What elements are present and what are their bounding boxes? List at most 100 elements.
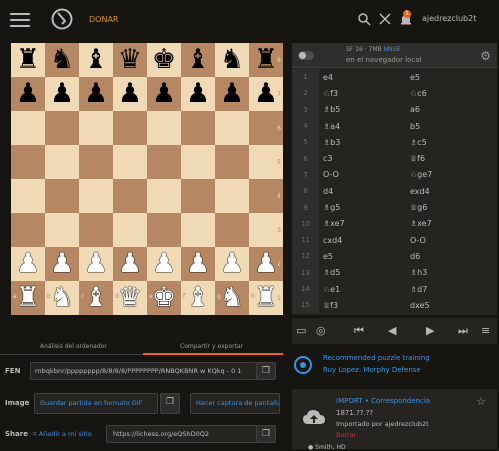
gear-icon[interactable]: ⚙ xyxy=(480,49,491,63)
white-move[interactable]: c3 xyxy=(319,154,410,163)
white-move[interactable]: ♘e1 xyxy=(319,285,410,294)
white-pawn[interactable]: ♟ xyxy=(220,247,244,281)
square-f8[interactable]: ♝ xyxy=(181,43,215,77)
square-b6[interactable] xyxy=(45,111,79,145)
square-g2[interactable]: ♟ xyxy=(215,247,249,281)
black-move[interactable]: ♗h3 xyxy=(410,268,497,277)
square-c3[interactable] xyxy=(79,213,113,247)
square-c1[interactable]: ♝ c xyxy=(79,281,113,315)
white-rook[interactable]: ♜ xyxy=(254,281,278,315)
square-g5[interactable] xyxy=(215,145,249,179)
black-move[interactable]: d6 xyxy=(410,252,497,261)
white-bishop[interactable]: ♝ xyxy=(186,281,210,315)
square-e8[interactable]: ♚ xyxy=(147,43,181,77)
gif-copy-icon[interactable]: ❐ xyxy=(160,393,180,414)
square-d2[interactable]: ♟ xyxy=(113,247,147,281)
black-bishop[interactable]: ♝ xyxy=(186,43,210,77)
black-pawn[interactable]: ♟ xyxy=(152,77,176,111)
menu-icon[interactable] xyxy=(10,13,30,27)
black-rook[interactable]: ♜ xyxy=(254,43,278,77)
black-move[interactable]: exd4 xyxy=(410,187,497,196)
black-knight[interactable]: ♞ xyxy=(50,43,74,77)
square-c7[interactable]: ♟ xyxy=(79,77,113,111)
white-pawn[interactable]: ♟ xyxy=(254,247,278,281)
white-move[interactable]: ♗d5 xyxy=(319,268,410,277)
square-b8[interactable]: ♞ xyxy=(45,43,79,77)
white-pawn[interactable]: ♟ xyxy=(118,247,142,281)
square-c8[interactable]: ♝ xyxy=(79,43,113,77)
white-move[interactable]: e5 xyxy=(319,252,410,261)
square-e6[interactable] xyxy=(147,111,181,145)
square-h1[interactable]: ♜ 1 h xyxy=(249,281,283,315)
white-pawn[interactable]: ♟ xyxy=(186,247,210,281)
white-move[interactable]: ♗b5 xyxy=(319,105,410,114)
square-a1[interactable]: ♜ a xyxy=(11,281,45,315)
puzzle-opening[interactable]: Ruy Lopez: Morphy Defense xyxy=(323,366,421,374)
black-bishop[interactable]: ♝ xyxy=(84,43,108,77)
next-move-button[interactable]: ▶ xyxy=(426,324,434,337)
black-move[interactable]: ♗xe7 xyxy=(410,219,497,228)
black-rook[interactable]: ♜ xyxy=(16,43,40,77)
black-move[interactable]: ♕f6 xyxy=(410,154,497,163)
square-f5[interactable] xyxy=(181,145,215,179)
white-move[interactable]: ♕f3 xyxy=(319,301,410,310)
puzzle-recommendation[interactable]: Recommended puzzle training Ruy Lopez: M… xyxy=(292,352,497,380)
white-move[interactable]: e4 xyxy=(319,73,410,82)
white-knight[interactable]: ♞ xyxy=(50,281,74,315)
square-f1[interactable]: ♝ f xyxy=(181,281,215,315)
square-f2[interactable]: ♟ xyxy=(181,247,215,281)
square-a6[interactable] xyxy=(11,111,45,145)
white-pawn[interactable]: ♟ xyxy=(16,247,40,281)
black-move[interactable]: O-O xyxy=(410,236,497,245)
white-move[interactable]: cxd4 xyxy=(319,236,410,245)
white-move[interactable]: ♗a4 xyxy=(319,122,410,131)
square-a3[interactable] xyxy=(11,213,45,247)
square-a2[interactable]: ♟ xyxy=(11,247,45,281)
prev-move-button[interactable]: ◀ xyxy=(388,324,396,337)
white-move[interactable]: ♗g5 xyxy=(319,203,410,212)
square-h4[interactable]: 4 xyxy=(249,179,283,213)
puzzle-title[interactable]: Recommended puzzle training xyxy=(323,354,430,362)
square-g8[interactable]: ♞ xyxy=(215,43,249,77)
white-pawn[interactable]: ♟ xyxy=(84,247,108,281)
square-d3[interactable] xyxy=(113,213,147,247)
black-queen[interactable]: ♛ xyxy=(118,43,142,77)
delete-link[interactable]: Borrar xyxy=(336,431,356,439)
square-c2[interactable]: ♟ xyxy=(79,247,113,281)
gif-button[interactable]: Guardar partida en formato GIF xyxy=(34,393,158,414)
black-pawn[interactable]: ♟ xyxy=(118,77,142,111)
square-a8[interactable]: ♜ xyxy=(11,43,45,77)
star-icon[interactable]: ☆ xyxy=(476,395,486,408)
book-icon[interactable]: ▭ xyxy=(296,324,306,337)
challenge-icon[interactable] xyxy=(378,12,392,26)
square-e7[interactable]: ♟ xyxy=(147,77,181,111)
square-d4[interactable] xyxy=(113,179,147,213)
white-queen[interactable]: ♛ xyxy=(118,281,142,315)
square-e3[interactable] xyxy=(147,213,181,247)
white-bishop[interactable]: ♝ xyxy=(84,281,108,315)
square-d8[interactable]: ♛ xyxy=(113,43,147,77)
fen-input[interactable]: rnbqkbnr/pppppppp/8/8/8/8/PPPPPPPP/RNBQK… xyxy=(30,362,257,380)
white-move[interactable]: ♗b3 xyxy=(319,138,410,147)
black-pawn[interactable]: ♟ xyxy=(84,77,108,111)
square-b3[interactable] xyxy=(45,213,79,247)
black-move[interactable]: ♘c6 xyxy=(410,89,497,98)
white-pawn[interactable]: ♟ xyxy=(50,247,74,281)
lichess-logo[interactable] xyxy=(50,7,74,31)
square-g1[interactable]: ♞ g xyxy=(215,281,249,315)
black-move[interactable]: dxe5 xyxy=(410,301,497,310)
square-b1[interactable]: ♞ b xyxy=(45,281,79,315)
last-move-button[interactable]: ⏭ xyxy=(458,324,468,338)
square-b4[interactable] xyxy=(45,179,79,213)
square-d7[interactable]: ♟ xyxy=(113,77,147,111)
first-move-button[interactable]: ⏮ xyxy=(354,324,364,338)
square-f3[interactable] xyxy=(181,213,215,247)
chessboard[interactable]: ♜ ♞ ♝ ♛ ♚ ♝ ♞ ♜ 8 ♟ ♟ ♟ ♟ ♟ ♟ ♟ ♟ 7 6 5 4 3 ♟ ♟ ♟ ♟ ♟ ♟ ♟ ♟ 2 ♜ a ♞ b ♝ c ♛ d ♚… xyxy=(11,43,283,315)
square-h5[interactable]: 5 xyxy=(249,145,283,179)
black-pawn[interactable]: ♟ xyxy=(16,77,40,111)
square-f6[interactable] xyxy=(181,111,215,145)
square-h8[interactable]: ♜ 8 xyxy=(249,43,283,77)
black-move[interactable]: ♘ge7 xyxy=(410,170,497,179)
square-b5[interactable] xyxy=(45,145,79,179)
black-move[interactable]: e5 xyxy=(410,73,497,82)
